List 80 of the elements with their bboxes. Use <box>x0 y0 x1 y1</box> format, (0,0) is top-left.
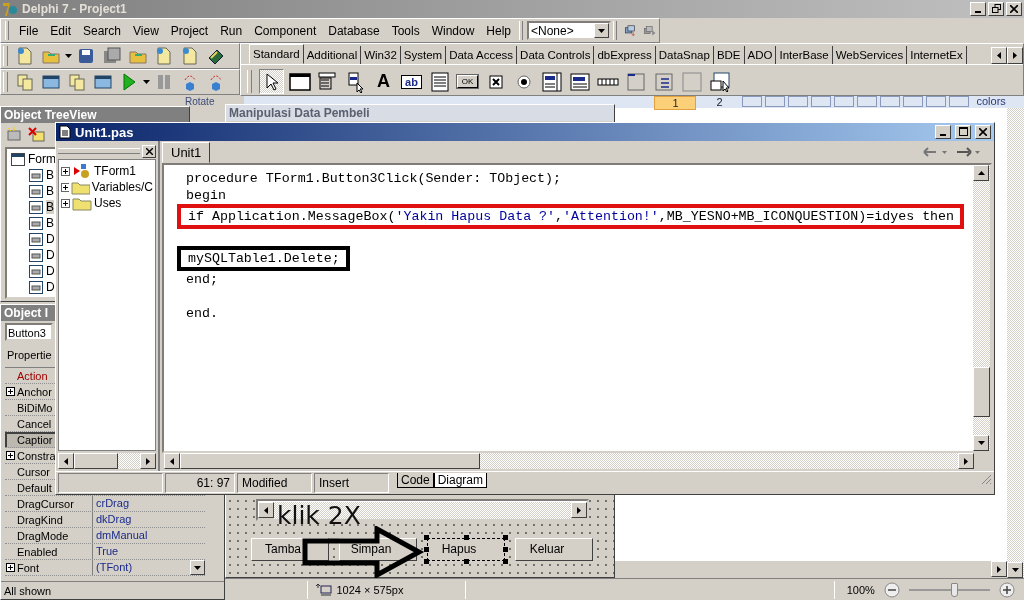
menu-item[interactable]: Help <box>480 21 517 40</box>
property-name[interactable]: Action <box>17 369 48 382</box>
object-selector[interactable]: Button3 <box>5 323 53 341</box>
button-tool[interactable]: OK <box>455 69 480 94</box>
image-size: 1024 × 575px <box>336 583 404 596</box>
property-value[interactable]: crDrag <box>96 497 129 509</box>
form-title: Manipulasi Data Pembeli <box>229 106 370 120</box>
annotation-caption: klik 2X <box>277 501 361 530</box>
window-title: Delphi 7 - Project1 <box>22 2 127 16</box>
property-value[interactable]: (TFont) <box>96 561 133 573</box>
page-tab[interactable]: 1 <box>654 96 697 110</box>
view-tab[interactable]: Diagram <box>433 473 488 488</box>
property-name[interactable]: Default <box>17 481 52 494</box>
property-name[interactable]: Font <box>17 561 39 574</box>
property-name[interactable]: Constra <box>17 449 56 462</box>
code-line: if Application.MessageBox('Yakin Hapus Data ?','Attention!',MB_YESNO+MB_ICONQUESTION)=idyes then <box>188 208 955 225</box>
tree-item[interactable]: D <box>46 248 55 262</box>
menu-item[interactable]: Run <box>214 21 249 40</box>
properties-tab[interactable]: Propertie <box>7 347 52 363</box>
menu-item[interactable]: Component <box>248 21 323 40</box>
property-name[interactable]: BiDiMo <box>17 401 53 414</box>
view-tab[interactable]: Code <box>397 473 434 488</box>
menu-item[interactable]: Search <box>77 21 128 40</box>
insert-mode-status: Insert <box>314 473 389 493</box>
tree-item[interactable]: B <box>46 184 54 198</box>
window-title: Unit1.pas <box>75 124 134 140</box>
property-name[interactable]: Cursor <box>17 465 50 478</box>
property-name[interactable]: DragMode <box>17 529 69 542</box>
code-line: procedure TForm1.Button3Click(Sender: TObject); <box>186 170 562 187</box>
page-tab[interactable]: 2 <box>699 96 740 108</box>
menu-item[interactable]: View <box>127 21 165 40</box>
property-value[interactable]: dmManual <box>96 529 148 541</box>
configuration-combo[interactable]: <None> <box>527 21 611 40</box>
tree-item[interactable]: B <box>46 216 54 230</box>
property-name[interactable]: Anchor <box>17 385 52 398</box>
palette-tab[interactable]: ADO <box>744 46 777 64</box>
panel-title: Object I <box>4 306 48 320</box>
property-name[interactable]: DragCursor <box>17 497 74 510</box>
tree-item[interactable]: D <box>46 232 55 246</box>
menu-item[interactable]: Database <box>322 21 386 40</box>
palette-tab[interactable]: Win32 <box>361 46 401 64</box>
tree-item[interactable]: TForm1 <box>94 164 136 178</box>
menu-item[interactable]: Project <box>164 21 215 40</box>
code-line: end; <box>186 271 218 288</box>
palette-tab[interactable]: WebServices <box>832 46 908 64</box>
menu-item[interactable]: Edit <box>44 21 77 40</box>
palette-tab[interactable]: Standard <box>249 44 304 64</box>
modified-status: Modified <box>237 473 312 493</box>
menu-item[interactable]: Tools <box>385 21 426 40</box>
label-tool[interactable]: A <box>371 69 396 94</box>
file-tab[interactable]: Unit1 <box>162 142 211 163</box>
status-text: All shown <box>4 584 52 597</box>
panel-title: Object TreeView <box>4 108 97 122</box>
property-name[interactable]: Enabled <box>17 545 58 558</box>
tree-item[interactable]: Variables/C <box>91 180 153 194</box>
tree-item[interactable]: B <box>46 168 54 182</box>
colors-label: colors <box>976 96 1006 107</box>
tree-item[interactable]: B <box>46 200 54 214</box>
menu-item[interactable]: Window <box>425 21 481 40</box>
tree-item[interactable]: Form <box>28 152 56 166</box>
code-editor[interactable]: procedure TForm1.Button3Click(Sender: TObject); begin if Application.MessageBox('Yakin Hapus Data ?','Attention!',MB_YESNO+MB_ICONQUESTION)=idyes then mySQLTable1.Delete; end; end. <box>164 165 973 451</box>
property-name[interactable]: Cancel <box>17 417 52 430</box>
cursor-position: 61: 97 <box>165 473 235 493</box>
code-line: mySQLTable1.Delete; <box>188 250 340 267</box>
code-line: begin <box>186 187 226 204</box>
palette-tab[interactable]: Additional <box>303 46 362 64</box>
property-name[interactable]: DragKind <box>17 513 63 526</box>
form-button[interactable]: Hapus <box>427 537 505 561</box>
palette-tab[interactable]: Data Controls <box>517 46 595 64</box>
property-name[interactable]: Captior <box>17 433 53 446</box>
menu-item[interactable]: File <box>12 21 45 40</box>
property-value[interactable]: True <box>96 545 119 557</box>
tree-item[interactable]: D <box>46 264 55 278</box>
property-value[interactable]: dkDrag <box>96 513 132 525</box>
zoom-level: 100% <box>846 583 875 596</box>
form-button[interactable]: Keluar <box>515 537 593 561</box>
code-line: end. <box>186 305 218 322</box>
tree-item[interactable]: D <box>46 280 55 294</box>
tree-item[interactable]: Uses <box>94 196 122 210</box>
rotate-label: Rotate <box>185 97 215 107</box>
